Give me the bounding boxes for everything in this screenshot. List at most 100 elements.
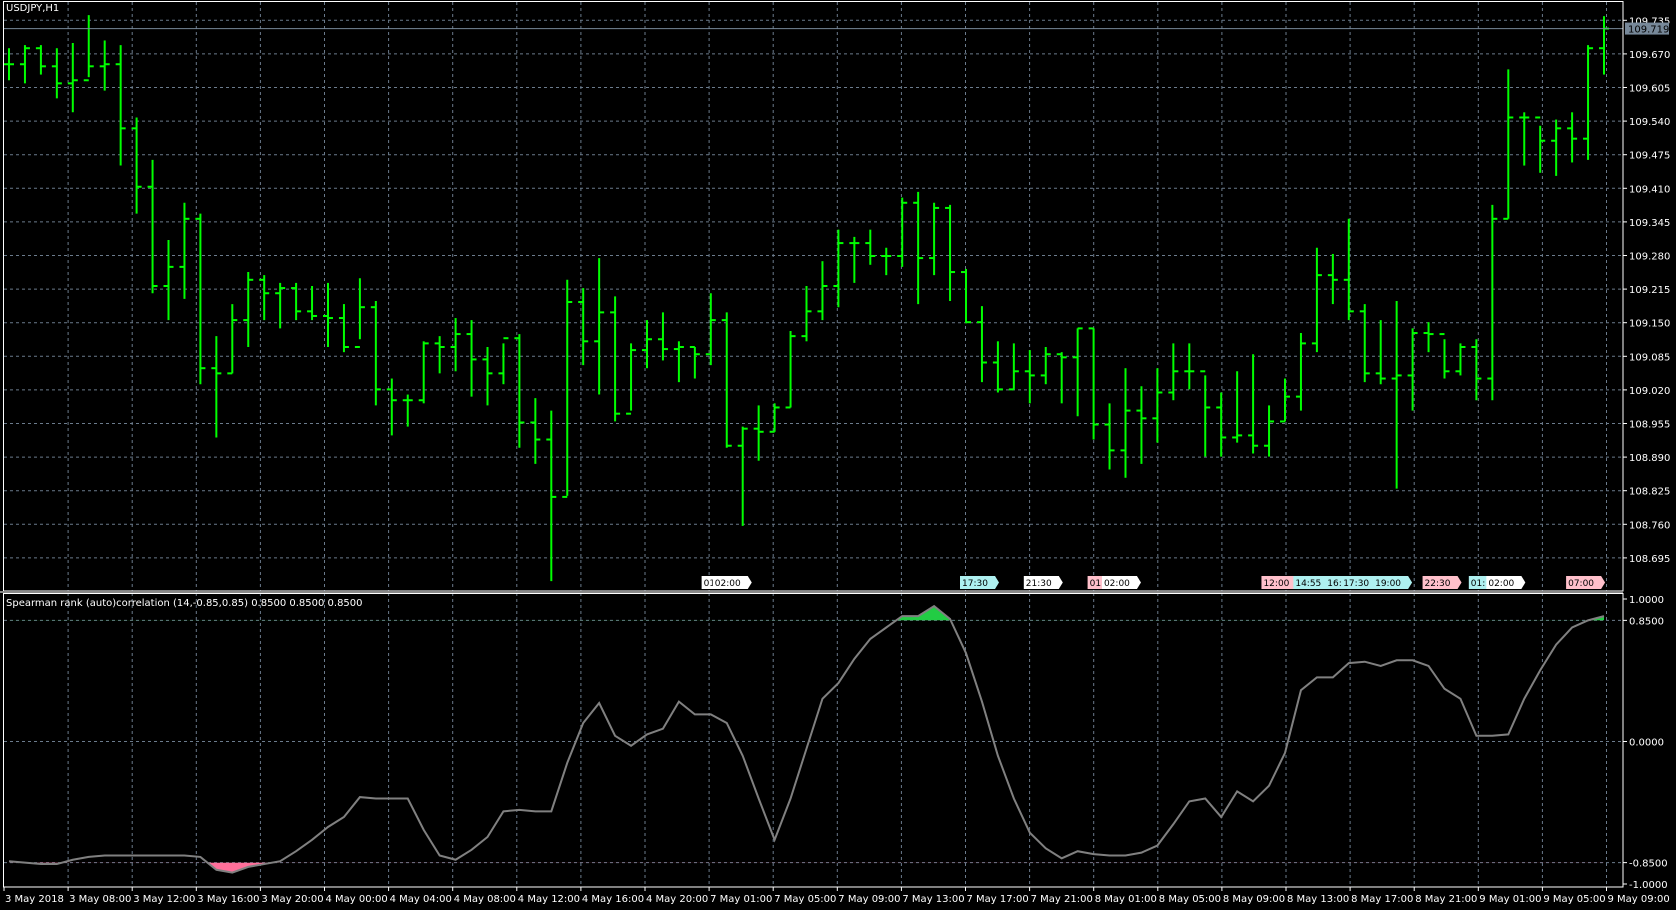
ohlc-bar <box>705 293 716 366</box>
time-label: 3 May 2018 <box>5 894 64 905</box>
ohlc-bar <box>1599 16 1609 75</box>
ohlc-bar <box>881 247 892 276</box>
price-label: 109.605 <box>1629 84 1670 95</box>
event-marker: 02:00 <box>712 576 752 589</box>
ohlc-bar <box>1327 253 1338 305</box>
ohlc-bar <box>227 304 238 375</box>
ohlc-bar <box>1184 343 1195 390</box>
ohlc-bar <box>1359 304 1370 383</box>
ohlc-bar <box>275 282 286 329</box>
ohlc-bar <box>1519 112 1530 166</box>
time-label: 8 May 21:00 <box>1415 894 1477 905</box>
event-label: 01: <box>1471 579 1485 589</box>
time-label: 3 May 12:00 <box>133 894 195 905</box>
ohlc-bar <box>1040 346 1051 385</box>
ohlc-bar <box>1056 352 1067 404</box>
ohlc-bar <box>1008 343 1019 391</box>
ohlc-bar <box>498 337 509 385</box>
event-label: 02:00 <box>1104 579 1130 589</box>
ohlc-bar <box>721 312 732 448</box>
chart-canvas[interactable]: 01:02:00 17:30 21:30 01: 02:00 12:00 14:55 16: 1… <box>0 0 1676 910</box>
time-label: 9 May 09:00 <box>1608 894 1670 905</box>
ohlc-bar <box>1136 386 1147 464</box>
ohlc-bar <box>753 405 764 461</box>
time-label: 4 May 12:00 <box>518 894 580 905</box>
indicator-label: 0.8500 <box>1629 616 1664 627</box>
ohlc-bar <box>1567 112 1578 163</box>
ohlc-bar <box>1423 322 1434 353</box>
time-label: 8 May 09:00 <box>1223 894 1285 905</box>
ohlc-bar <box>291 282 302 321</box>
ohlc-bar <box>976 306 987 383</box>
ohlc-bar <box>35 45 46 75</box>
time-label: 3 May 08:00 <box>69 894 131 905</box>
time-label: 8 May 17:00 <box>1351 894 1413 905</box>
ohlc-bar <box>1455 343 1466 376</box>
ohlc-bar <box>1168 343 1179 401</box>
event-marker: 17:30 <box>960 576 999 589</box>
price-label: 109.540 <box>1629 117 1670 128</box>
ohlc-bar <box>338 304 349 353</box>
time-label: 4 May 00:00 <box>326 894 388 905</box>
current-price-label: 109.719 <box>1628 25 1669 36</box>
time-label: 8 May 05:00 <box>1159 894 1221 905</box>
ohlc-bar <box>1216 392 1227 457</box>
ohlc-bar <box>211 336 222 438</box>
ohlc-bar <box>1583 45 1594 160</box>
ohlc-bar <box>163 239 174 321</box>
price-pane-frame <box>3 1 1624 592</box>
time-label: 3 May 16:00 <box>197 894 259 905</box>
ohlc-bar <box>434 336 445 374</box>
ohlc-bar <box>961 268 971 324</box>
price-pane[interactable] <box>4 15 1623 582</box>
time-label: 4 May 20:00 <box>646 894 708 905</box>
ohlc-bar <box>1120 368 1131 478</box>
time-label: 7 May 05:00 <box>774 894 836 905</box>
price-label: 109.085 <box>1629 352 1670 363</box>
ohlc-bar <box>354 278 365 348</box>
indicator-label: 1.0000 <box>1629 595 1664 606</box>
ohlc-bar <box>195 213 206 385</box>
ohlc-bar <box>626 343 637 415</box>
spearman-line <box>8 604 1605 874</box>
ohlc-bar <box>865 229 876 265</box>
price-label: 108.695 <box>1629 554 1670 565</box>
price-label: 108.825 <box>1629 487 1670 498</box>
ohlc-bar <box>929 202 940 276</box>
ohlc-bar <box>897 197 908 267</box>
event-label: 01: <box>1090 579 1104 589</box>
time-label: 7 May 01:00 <box>710 894 772 905</box>
ohlc-bar <box>849 236 860 283</box>
ohlc-bar <box>1487 204 1498 401</box>
ohlc-bar <box>482 346 493 406</box>
ohlc-bar <box>833 229 844 308</box>
ohlc-bar <box>402 394 413 427</box>
time-label: 8 May 13:00 <box>1287 894 1349 905</box>
ohlc-bar <box>1072 327 1083 417</box>
ohlc-bar <box>562 279 573 498</box>
indicator-pane[interactable] <box>8 604 1605 874</box>
oversold-fill <box>9 862 1604 873</box>
event-label: 14:55 <box>1295 579 1321 589</box>
event-label: 12:00 <box>1263 579 1289 589</box>
price-label: 108.890 <box>1629 453 1670 464</box>
ohlc-bar <box>913 191 924 305</box>
time-label: 8 May 01:00 <box>1095 894 1157 905</box>
ohlc-bar <box>673 341 684 383</box>
ohlc-bar <box>657 312 668 361</box>
time-label: 7 May 21:00 <box>1031 894 1093 905</box>
time-label: 9 May 05:00 <box>1543 894 1605 905</box>
indicator-title: Spearman rank (auto)correlation (14,-0.8… <box>6 598 363 609</box>
ohlc-bar <box>642 320 652 369</box>
overbought-fill <box>9 606 1604 621</box>
event-label: 02:00 <box>715 579 741 589</box>
event-label: 17:30 <box>1343 579 1369 589</box>
price-label: 109.215 <box>1629 285 1670 296</box>
grid-lines <box>4 2 1623 887</box>
ohlc-bar <box>1503 69 1514 220</box>
price-label: 109.670 <box>1629 50 1670 61</box>
indicator-label: -1.0000 <box>1629 880 1668 891</box>
indicator-pane-frame <box>3 593 1624 888</box>
ohlc-bar <box>530 398 541 464</box>
ohlc-bar <box>594 258 605 395</box>
